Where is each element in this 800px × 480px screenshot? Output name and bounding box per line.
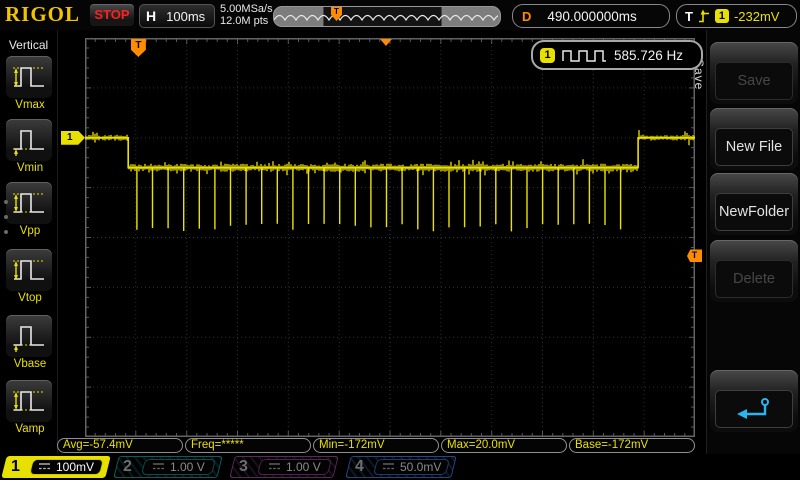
menu-slot: Save <box>710 42 798 104</box>
sidebar-item-label: Vpp <box>19 225 41 237</box>
horizontal-label: H <box>146 8 157 24</box>
sidebar-title: Vertical <box>8 38 49 52</box>
sidebar-item-vpp[interactable]: Vpp <box>6 182 54 237</box>
trigger-readout[interactable]: T 1 -232mV <box>676 4 797 28</box>
sidebar-item-vamp[interactable]: Vamp <box>6 380 54 435</box>
delay-label: D <box>522 8 532 24</box>
channel-number: 3 <box>239 458 248 475</box>
rising-edge-icon <box>698 9 709 22</box>
measurement-max[interactable]: Max=20.0mV <box>441 438 567 453</box>
rigol-logo: RIGOL <box>5 2 81 26</box>
channel-scale-box: 1.00 V <box>257 459 332 475</box>
sidebar-item-label: Vmax <box>15 99 45 111</box>
sidebar-item-vtop[interactable]: Vtop <box>6 249 54 304</box>
new-folder-button[interactable]: NewFolder <box>715 193 793 231</box>
trigger-label: T <box>685 8 693 24</box>
oscilloscope-screen: RIGOL STOP H 100ms 5.00MSa/s 12.0M pts T… <box>0 0 800 480</box>
channel-3-tab[interactable]: 3 1.00 V <box>229 456 339 478</box>
menu-slot: NewFolder <box>710 173 798 235</box>
new-file-button[interactable]: New File <box>715 128 793 166</box>
vmin-icon <box>13 130 45 156</box>
channel-scale-box: 1.00 V <box>141 459 216 475</box>
sidebar-item-label: Vbase <box>13 358 47 370</box>
sidebar-item-label: Vamp <box>15 423 45 435</box>
menu-slot: New File <box>710 108 798 170</box>
sidebar-item-label: Vtop <box>18 292 42 304</box>
run-state-badge[interactable]: STOP <box>90 4 134 26</box>
vpp-icon <box>13 193 45 213</box>
channel-number: 4 <box>355 458 364 475</box>
sample-rate-value: 5.00MSa/s <box>220 3 273 15</box>
measurement-avg[interactable]: Avg=-57.4mV <box>57 438 183 453</box>
channel-scale: 1.00 V <box>170 460 205 474</box>
channel-status-bar: 1 100mV 2 1.00 V 3 1.00 V 4 50.0mV <box>0 454 800 480</box>
sidebar-item-label: Vmin <box>16 162 44 174</box>
top-bar: RIGOL STOP H 100ms 5.00MSa/s 12.0M pts T… <box>0 0 800 30</box>
vtop-icon <box>13 260 45 280</box>
memory-depth-value: 12.0M pts <box>220 15 269 27</box>
channel-scale-box: 100mV <box>29 459 104 475</box>
channel-scale: 100mV <box>56 460 95 474</box>
timebase-value: 100ms <box>166 8 206 24</box>
vmax-icon <box>13 67 45 87</box>
menu-slot: Delete <box>710 240 798 302</box>
save-button[interactable]: Save <box>715 62 793 100</box>
trigger-level-value: -232mV <box>733 8 780 24</box>
menu-slot <box>710 370 798 432</box>
sidebar-item-vmax[interactable]: Vmax <box>6 56 54 111</box>
channel-4-tab[interactable]: 4 50.0mV <box>345 456 457 478</box>
channel1-level-marker[interactable]: 1 <box>61 130 85 145</box>
freq-counter-value: 585.726 Hz <box>614 47 684 63</box>
trigger-source-badge: 1 <box>714 9 729 23</box>
channel-scale: 1.00 V <box>286 460 321 474</box>
measure-sidebar: Vertical Vmax Vmin Vpp Vtop Vbase Vamp <box>0 30 58 454</box>
coupling-dc-icon <box>382 463 394 470</box>
measurement-min[interactable]: Min=-172mV <box>313 438 439 453</box>
vamp-icon <box>13 391 45 411</box>
sidebar-item-vbase[interactable]: Vbase <box>6 315 54 370</box>
back-button[interactable] <box>715 390 793 428</box>
soft-menu-panel: Save New File NewFolder Delete <box>706 30 800 480</box>
channel-scale-box: 50.0mV <box>373 459 450 475</box>
screen-center-marker-icon <box>379 39 392 46</box>
channel-scale: 50.0mV <box>399 460 442 474</box>
sidebar-item-vmin[interactable]: Vmin <box>6 119 54 174</box>
acquisition-info: 5.00MSa/s 12.0M pts <box>220 3 273 27</box>
channel-number: 1 <box>11 458 20 475</box>
coupling-dc-icon <box>269 463 281 470</box>
ch1-trace <box>85 130 695 232</box>
delay-readout[interactable]: D 490.000000ms <box>512 4 670 28</box>
horizontal-timebase-box[interactable]: H 100ms <box>139 4 215 28</box>
waveform-preview-bar[interactable]: T <box>273 6 501 27</box>
preview-squiggle-icon <box>274 14 498 22</box>
delay-value: 490.000000ms <box>547 8 637 24</box>
freq-counter-channel-badge: 1 <box>540 47 555 63</box>
coupling-dc-icon <box>153 463 165 470</box>
channel-number: 2 <box>123 458 132 475</box>
waveform-display <box>85 38 695 437</box>
vbase-icon <box>13 326 45 352</box>
channel-1-tab[interactable]: 1 100mV <box>1 456 111 478</box>
return-arrow-icon <box>737 398 769 419</box>
measurement-base[interactable]: Base=-172mV <box>569 438 695 453</box>
frequency-counter: 1 585.726 Hz <box>531 40 703 70</box>
measurement-freq[interactable]: Freq=***** <box>185 438 311 453</box>
delete-button[interactable]: Delete <box>715 260 793 298</box>
channel-2-tab[interactable]: 2 1.00 V <box>113 456 223 478</box>
square-wave-icon <box>562 49 606 62</box>
coupling-dc-icon <box>39 463 51 470</box>
